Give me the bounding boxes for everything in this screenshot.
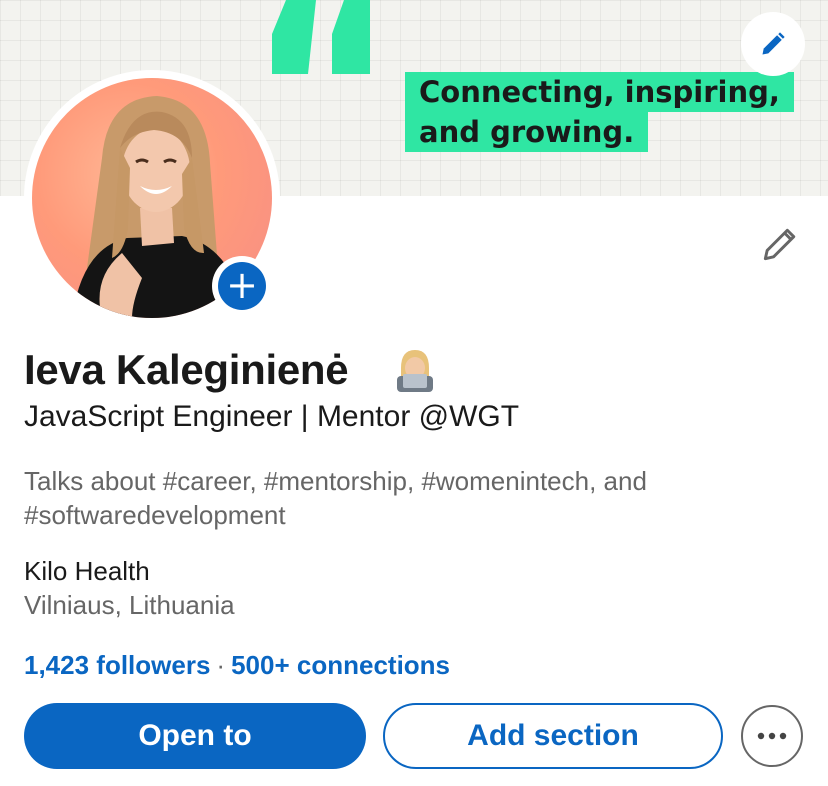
stats-separator: · [216, 650, 226, 680]
profile-location: Vilniaus, Lithuania [24, 590, 235, 620]
talks-about: Talks about #career, #mentorship, #women… [24, 466, 647, 530]
edit-intro-button[interactable] [758, 222, 802, 266]
more-options-button[interactable] [741, 705, 803, 767]
followers-link[interactable]: 1,423 followers [24, 650, 210, 680]
more-options-icon [757, 732, 787, 740]
profile-name: Ieva Kaleginienė [24, 346, 349, 393]
open-to-button[interactable]: Open to [24, 703, 366, 769]
network-stats: 1,423 followers · 500+ connections [24, 650, 450, 681]
pencil-icon [762, 32, 785, 55]
profile-headline: JavaScript Engineer | Mentor @WGT [24, 400, 520, 433]
connections-link[interactable]: 500+ connections [231, 650, 450, 680]
quote-mark-icon [272, 0, 316, 74]
technologist-emoji-icon [397, 350, 433, 392]
banner-tagline: Connecting, inspiring, and growing. [405, 72, 805, 152]
quote-mark-icon [332, 0, 370, 74]
tagline-line-2: and growing. [405, 112, 649, 152]
add-photo-button[interactable]: + [212, 256, 272, 316]
add-section-button[interactable]: Add section [383, 703, 723, 769]
edit-banner-button[interactable] [741, 12, 805, 76]
tagline-line-1: Connecting, inspiring, [405, 72, 794, 112]
current-company[interactable]: Kilo Health [24, 556, 150, 587]
plus-icon: + [218, 262, 266, 310]
